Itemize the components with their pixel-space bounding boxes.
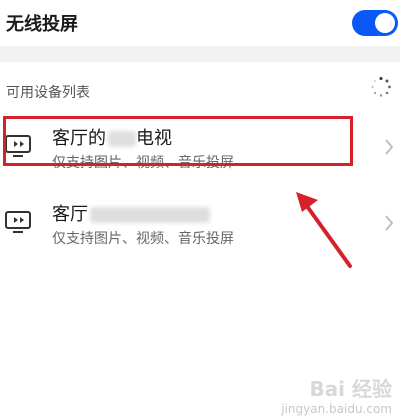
device-name-text: 客厅	[52, 204, 88, 225]
spinner-icon	[371, 76, 391, 97]
chevron-right-icon	[385, 139, 394, 155]
highlight-box	[3, 116, 353, 166]
watermark-url: jingyan.baidu.com	[281, 402, 392, 416]
watermark: Bai 经验 jingyan.baidu.com	[281, 373, 392, 416]
tv-icon	[5, 211, 31, 233]
watermark-logo: Bai 经验	[309, 377, 392, 401]
device-capabilities: 仅支持图片、视频、音乐投屏	[52, 231, 234, 247]
section-divider	[0, 46, 400, 62]
redacted-name-part	[90, 207, 210, 223]
chevron-right-icon	[385, 215, 394, 231]
wireless-projection-label: 无线投屏	[6, 14, 78, 35]
wireless-projection-row[interactable]: 无线投屏	[0, 0, 400, 46]
wireless-projection-toggle[interactable]	[352, 10, 398, 36]
available-devices-label: 可用设备列表	[6, 85, 90, 101]
annotation-arrow-icon	[296, 192, 352, 268]
toggle-knob	[375, 13, 395, 33]
device-name: 客厅	[52, 200, 210, 226]
